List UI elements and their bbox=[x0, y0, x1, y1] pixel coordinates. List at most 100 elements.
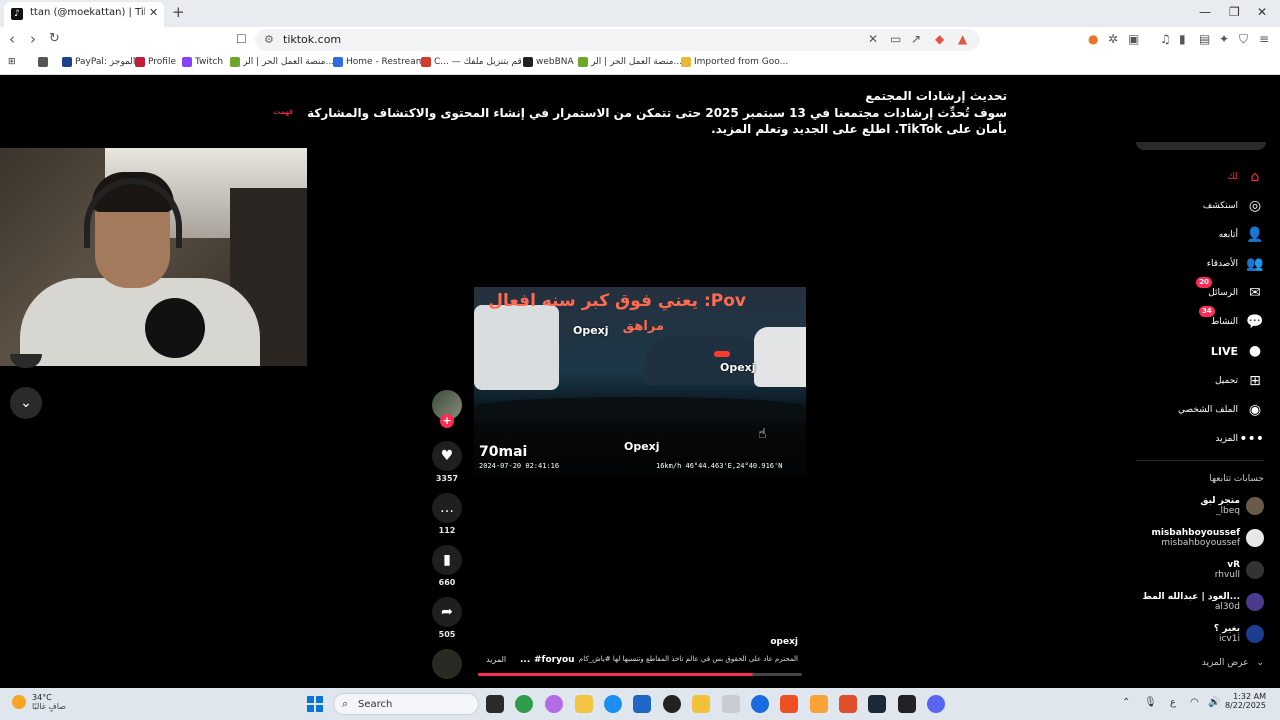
sidebar-item-7[interactable]: ⊞ تحميل bbox=[1215, 372, 1264, 390]
comment-action[interactable]: … 112 bbox=[432, 493, 462, 535]
tray-chevron-icon[interactable]: ⌃ bbox=[1122, 697, 1130, 708]
reload-icon[interactable]: ↻ bbox=[49, 31, 60, 47]
following-account[interactable]: متجر لبق _lbeq bbox=[1200, 496, 1264, 516]
sidebar-item-9[interactable]: ••• المزيد bbox=[1215, 430, 1264, 448]
bookmark-item[interactable]: webBNA bbox=[523, 57, 574, 67]
brave-shield-icon[interactable]: ◆ bbox=[935, 32, 944, 46]
wifi-icon[interactable]: ◠ bbox=[1190, 697, 1199, 708]
apps-grid-icon[interactable]: ⊞ bbox=[8, 57, 16, 67]
save-action[interactable]: ▮ 660 bbox=[432, 545, 462, 587]
obs-icon[interactable] bbox=[663, 695, 681, 713]
banner-dismiss-button[interactable]: فهمت bbox=[273, 107, 293, 116]
close-window-button[interactable]: ✕ bbox=[1257, 5, 1267, 19]
clock-time: 1:32 AM bbox=[1233, 692, 1266, 701]
site-info-icon[interactable]: ⚙ bbox=[264, 33, 274, 46]
brave-icon[interactable] bbox=[780, 695, 798, 713]
comment-icon[interactable]: … bbox=[432, 493, 462, 523]
bookmark-item[interactable]: منصة العمل الحر | الر... bbox=[578, 57, 682, 67]
sidebar-item-5[interactable]: 34 💬 النشاط bbox=[1198, 306, 1264, 331]
sidebar-item-2[interactable]: 👤 أتابعه bbox=[1219, 226, 1264, 244]
edge-icon[interactable] bbox=[604, 695, 622, 713]
video-player[interactable]: Pov: يعني فوق كبر سنه افعال مراهق Opexj … bbox=[474, 287, 806, 475]
chrome-icon[interactable] bbox=[515, 695, 533, 713]
more-button[interactable]: المزيد bbox=[486, 655, 506, 664]
account-avatar bbox=[1246, 529, 1264, 547]
following-account[interactable]: misbahboyoussef misbahboyoussef bbox=[1151, 528, 1264, 548]
extensions-puzzle-icon[interactable]: ✲ bbox=[1108, 32, 1118, 46]
language-indicator[interactable]: ع bbox=[1170, 697, 1176, 708]
sidebar-item-3[interactable]: 👥 الأصدقاء bbox=[1207, 255, 1264, 273]
store-icon[interactable] bbox=[633, 695, 651, 713]
file-explorer-icon[interactable] bbox=[575, 695, 593, 713]
account-avatar bbox=[1246, 593, 1264, 611]
profile-icon bbox=[135, 57, 145, 67]
minimize-button[interactable]: — bbox=[1199, 5, 1211, 19]
share-icon[interactable]: ↗ bbox=[911, 32, 921, 46]
share-arrow-icon[interactable]: ➦ bbox=[432, 597, 462, 627]
bookmark-item[interactable]: PayPal: الموجز bbox=[62, 57, 135, 67]
wallet2-icon[interactable]: ▤ bbox=[1199, 32, 1210, 46]
clock[interactable]: 1:32 AM 8/22/2025 bbox=[1225, 692, 1266, 710]
translate-icon[interactable]: ✕ bbox=[868, 32, 878, 46]
app-icon-blue[interactable] bbox=[751, 695, 769, 713]
sidebar-item-4[interactable]: 20 ✉ الرسائل bbox=[1196, 277, 1264, 302]
bookmark-item[interactable]: Profile bbox=[135, 57, 176, 67]
vpn-icon[interactable]: ⛉ bbox=[1239, 32, 1248, 47]
sidebar-item-8[interactable]: ◉ الملف الشخصي bbox=[1178, 401, 1264, 419]
app-icon-orange[interactable] bbox=[810, 695, 828, 713]
bookmark-item[interactable]: Twitch bbox=[182, 57, 223, 67]
sidebar-toggle-icon[interactable]: ▮ bbox=[1179, 32, 1186, 46]
bookmark-item[interactable]: Home - Restream bbox=[333, 57, 424, 67]
microphone-tray-icon[interactable]: 🎙 bbox=[1144, 697, 1157, 708]
video-author[interactable]: opexj bbox=[770, 637, 798, 647]
video-progress-bar[interactable] bbox=[478, 673, 802, 676]
following-account[interactable]: العود | عبدالله المط... al30d bbox=[1142, 592, 1264, 612]
forward-icon[interactable]: › bbox=[30, 31, 36, 47]
close-tab-icon[interactable]: ✕ bbox=[149, 6, 158, 19]
menu-icon[interactable]: ≡ bbox=[1259, 32, 1269, 46]
sidebar-item-6[interactable]: ● LIVE bbox=[1211, 342, 1264, 360]
new-tab-button[interactable]: + bbox=[172, 3, 185, 21]
follow-button[interactable]: + bbox=[440, 414, 454, 428]
account-avatar bbox=[1246, 625, 1264, 643]
like-action[interactable]: ♥ 3357 bbox=[432, 441, 462, 483]
bookmark-folder[interactable]: Imported from Goo... bbox=[681, 57, 788, 67]
extension-icon[interactable]: ● bbox=[1088, 32, 1098, 46]
following-account[interactable]: بغير ؟ icv1i bbox=[1214, 624, 1264, 644]
heart-icon[interactable]: ♥ bbox=[432, 441, 462, 471]
next-video-button[interactable]: ⌄ bbox=[10, 387, 42, 419]
volume-icon[interactable]: 🔊 bbox=[1208, 697, 1220, 708]
sidebar-item-0[interactable]: ⌂ لك bbox=[1228, 168, 1264, 186]
sidebar-item-1[interactable]: ◎ استكشف bbox=[1203, 197, 1264, 215]
account-avatar bbox=[1246, 497, 1264, 515]
discord-icon[interactable] bbox=[927, 695, 945, 713]
leo-ai-icon[interactable]: ✦ bbox=[1219, 32, 1229, 46]
folder-app-icon[interactable] bbox=[692, 695, 710, 713]
task-view-icon[interactable] bbox=[486, 695, 504, 713]
wallet-icon[interactable]: ▣ bbox=[1128, 32, 1139, 46]
bookmark-item[interactable]: C... — قم بتنزيل ملفك bbox=[421, 57, 522, 67]
start-button[interactable] bbox=[307, 696, 323, 712]
app-icon-red[interactable] bbox=[839, 695, 857, 713]
back-icon[interactable]: ‹ bbox=[9, 31, 15, 47]
hashtag-link[interactable]: #foryou bbox=[534, 655, 575, 665]
browser-tab[interactable]: ♪ ttan (@moekattan) | TikTok(54) ✕ bbox=[4, 2, 164, 27]
weather-widget[interactable]: 34°C صافٍ غالبًا bbox=[12, 693, 66, 711]
steam-icon[interactable] bbox=[868, 695, 886, 713]
bookmark-item[interactable] bbox=[38, 57, 51, 67]
brave-rewards-icon[interactable]: ▲ bbox=[958, 32, 967, 46]
taskbar-search[interactable]: ⌕ Search bbox=[333, 693, 479, 715]
app-icon[interactable] bbox=[722, 695, 740, 713]
music-disc-icon[interactable] bbox=[432, 649, 462, 679]
bookmark-item[interactable]: منصة العمل الحر | الر... bbox=[230, 57, 334, 67]
cast-icon[interactable]: ▭ bbox=[890, 32, 901, 46]
share-action[interactable]: ➦ 505 bbox=[432, 597, 462, 639]
bookmark-icon[interactable]: ☐ bbox=[236, 31, 247, 47]
following-account[interactable]: vR rhvull bbox=[1215, 560, 1264, 580]
capcut-icon[interactable] bbox=[898, 695, 916, 713]
bookmark-icon[interactable]: ▮ bbox=[432, 545, 462, 575]
see-more-button[interactable]: عرض المزيد ⌄ bbox=[1202, 658, 1264, 668]
maximize-button[interactable]: ❐ bbox=[1229, 5, 1240, 19]
media-icon[interactable]: ♫ bbox=[1160, 32, 1171, 46]
copilot-icon[interactable] bbox=[545, 695, 563, 713]
